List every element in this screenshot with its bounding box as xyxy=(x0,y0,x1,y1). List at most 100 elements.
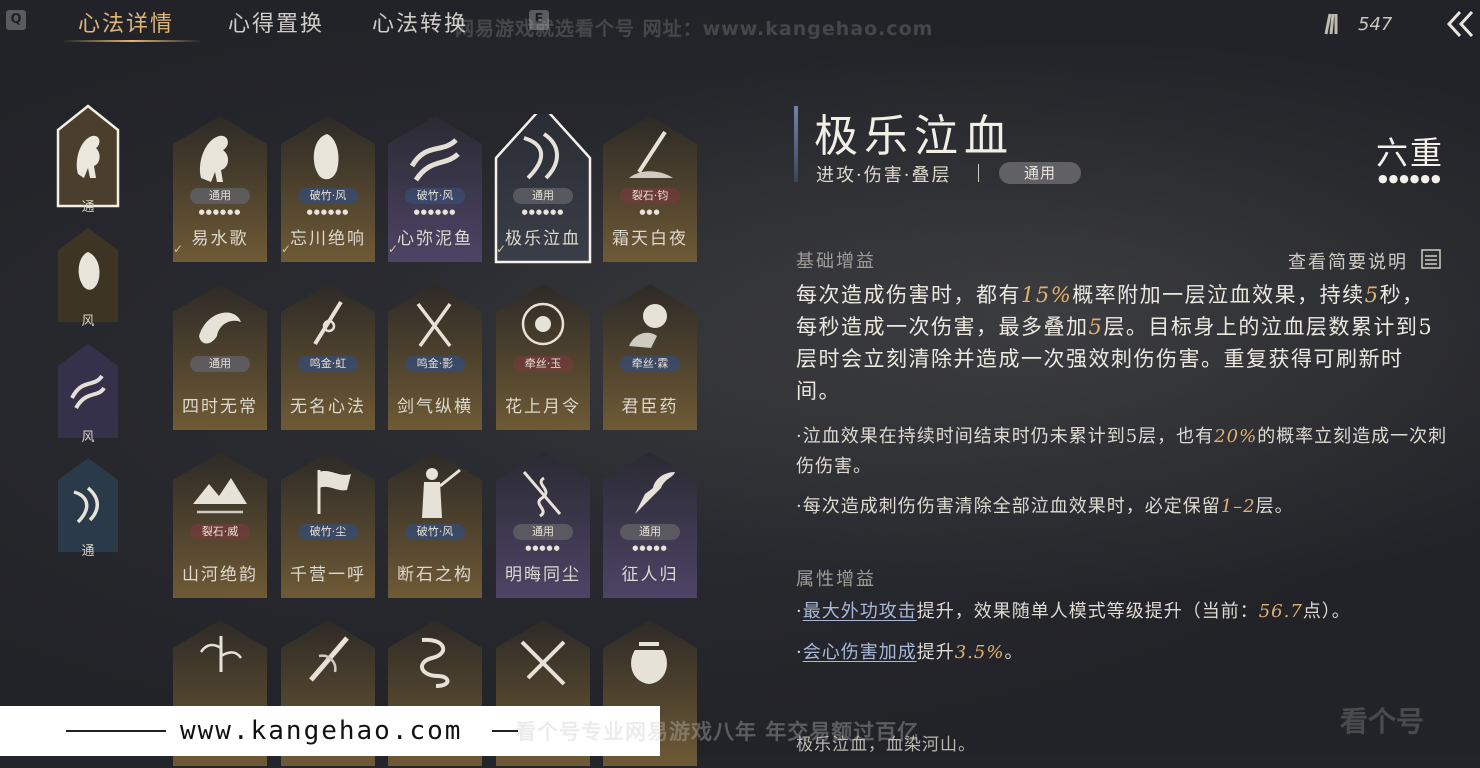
attr-1: ·最大外功攻击提升，效果随单人模式等级提升（当前：56.7点）。 xyxy=(796,597,1452,627)
blade-icon xyxy=(523,132,559,180)
category-1[interactable]: 通 xyxy=(56,104,120,215)
card-tag: 破竹·风 xyxy=(298,188,358,204)
fish-icon xyxy=(70,374,106,410)
card-level-dots: ●●●●● xyxy=(632,544,668,552)
card-name: 千营一呼 xyxy=(290,565,366,585)
note-text: ·泣血效果在持续时间结束时仍未累计到5层，也有 xyxy=(796,426,1215,447)
crane-icon xyxy=(199,312,241,344)
skill-card[interactable]: 通用 ●●●●● 征人归 xyxy=(601,450,699,600)
skill-card[interactable]: 鸣金·影 剑气纵横 xyxy=(386,282,484,432)
note-1: ·泣血效果在持续时间结束时仍未累计到5层，也有20%的概率立刻造成一次刺伤伤害。 xyxy=(796,422,1452,482)
fish-icon xyxy=(409,138,460,182)
category-label: 通 xyxy=(81,200,95,215)
watermark-tagline: 看个号专业网易游戏八年 年交易额过百亿 xyxy=(515,720,920,744)
mask-icon xyxy=(313,134,339,180)
list-toggle-icon[interactable] xyxy=(1421,249,1441,269)
card-level-dots: ●●●●● xyxy=(525,544,561,552)
card-name: 霜天白夜 xyxy=(612,229,688,249)
skill-card[interactable]: 牵丝·玉 花上月令 xyxy=(494,282,592,432)
attr-link-crit-damage[interactable]: 会心伤害加成 xyxy=(803,642,917,663)
note-highlight: 1–2 xyxy=(1220,496,1256,517)
skill-card[interactable]: 裂石·钧 ●●● 霜天白夜 xyxy=(601,114,699,264)
desc-highlight: 5 xyxy=(1364,283,1380,307)
skill-card[interactable]: 破竹·尘千营一呼 xyxy=(279,450,377,600)
skill-card[interactable]: 通用 四时无常 xyxy=(171,282,269,432)
card-name: 征人归 xyxy=(621,565,679,585)
horse-icon xyxy=(199,135,229,182)
card-tag: 裂石·威 xyxy=(190,524,250,540)
card-name: 断石之构 xyxy=(397,565,473,585)
skill-card[interactable]: 鸣金·虹 无名心法 xyxy=(279,282,377,432)
mask-icon xyxy=(78,252,100,290)
skill-card[interactable]: 破竹·风 断石之构 xyxy=(386,450,484,600)
card-level-dots: ●●● xyxy=(639,208,661,216)
double-chevron-left-icon[interactable] xyxy=(1446,10,1476,38)
category-4[interactable]: 通 xyxy=(56,456,120,559)
category-3[interactable]: 风 xyxy=(56,342,120,445)
card-level-dots: ●●●●●● xyxy=(521,208,565,216)
snake-icon xyxy=(522,471,562,518)
attr-text: 。 xyxy=(1004,642,1024,663)
brush-icon xyxy=(309,636,349,682)
card-tag: 破竹·风 xyxy=(405,188,465,204)
attr-link-max-attack[interactable]: 最大外功攻击 xyxy=(803,601,917,622)
crossed-swords-icon xyxy=(520,640,566,686)
card-name: 明晦同尘 xyxy=(505,565,581,585)
card-tag: 通用 xyxy=(513,188,573,204)
currency-amount: 547 xyxy=(1358,14,1393,35)
skill-card[interactable]: 通用 ●●●●●● 易水歌 ✓ xyxy=(171,114,269,264)
card-level-dots: ●●●●●● xyxy=(413,208,457,216)
card-tag: 破竹·尘 xyxy=(298,524,358,540)
arrows-bundle-icon xyxy=(1324,13,1338,35)
skill-card[interactable]: 通用 ●●●●● 明晦同尘 xyxy=(494,450,592,600)
top-bar: Q 心法详情 心得置换 心法转换 E 网易游戏就选看个号 网址：www.kang… xyxy=(0,0,1480,46)
view-brief-button[interactable]: 查看简要说明 xyxy=(1288,248,1408,274)
tab-replace[interactable]: 心得置换 xyxy=(228,6,324,38)
tab-details[interactable]: 心法详情 xyxy=(78,6,174,38)
dragon-icon xyxy=(420,637,450,688)
check-icon: ✓ xyxy=(173,242,184,256)
attr-text: 点）。 xyxy=(1302,601,1351,622)
card-name: 花上月令 xyxy=(505,397,581,417)
card-tag: 鸣金·虹 xyxy=(298,356,358,372)
skill-card[interactable]: 破竹·风 ●●●●●● 心弥泥鱼 ✓ xyxy=(386,114,484,264)
skill-card[interactable]: 通用 ●●●●●● 极乐泣血 ✓ xyxy=(494,114,592,264)
attr-text: 提升，效果随单人模式等级提升（当前： xyxy=(916,601,1259,622)
base-section-title: 基础增益 xyxy=(796,251,876,272)
spear-icon xyxy=(629,130,673,178)
flower-icon xyxy=(521,302,565,346)
check-icon: ✓ xyxy=(388,242,399,256)
note-highlight: 20% xyxy=(1214,426,1258,447)
skill-title: 极乐泣血 xyxy=(814,111,1014,162)
attr-highlight: 56.7 xyxy=(1258,601,1303,622)
flag-icon xyxy=(317,470,351,514)
skill-card[interactable]: 裂石·威山河绝韵 xyxy=(171,450,269,600)
card-name: 剑气纵横 xyxy=(397,397,473,417)
attr-highlight: 3.5% xyxy=(954,642,1005,663)
skill-level-dots: ●●●●●● xyxy=(1378,172,1442,185)
card-tag: 通用 xyxy=(620,524,680,540)
skill-subtitle: 进攻·伤害·叠层 xyxy=(816,165,952,186)
attr-section-title: 属性增益 xyxy=(796,569,876,590)
desc-highlight: 15% xyxy=(1021,283,1073,307)
card-tag: 通用 xyxy=(190,356,250,372)
card-name: 山河绝韵 xyxy=(182,565,258,585)
card-tag: 通用 xyxy=(513,524,573,540)
card-name: 君臣药 xyxy=(621,397,679,417)
mountain-icon xyxy=(193,478,247,514)
gourd-icon xyxy=(629,304,667,348)
skill-card[interactable]: 牵丝·霖 君臣药 xyxy=(601,282,699,432)
note-text: 层。 xyxy=(1255,496,1294,517)
skill-badge: 通用 xyxy=(999,162,1081,184)
tab-convert[interactable]: 心法转换 xyxy=(372,6,468,38)
base-description: 每次造成伤害时，都有15%概率附加一层泣血效果，持续5秒，每秒造成一次伤害，最多… xyxy=(796,279,1446,407)
sword-icon xyxy=(313,300,343,346)
desc-text: 每次造成伤害时，都有 xyxy=(796,283,1021,307)
bamboo-icon xyxy=(199,636,243,672)
category-2[interactable]: 风 xyxy=(56,226,120,329)
key-hint-q[interactable]: Q xyxy=(6,10,26,30)
desc-text: 概率附加一层泣血效果，持续 xyxy=(1072,283,1365,307)
card-name: 易水歌 xyxy=(191,229,249,249)
skill-card[interactable]: 破竹·风 ●●●●●● 忘川绝响 ✓ xyxy=(279,114,377,264)
check-icon: ✓ xyxy=(281,242,292,256)
